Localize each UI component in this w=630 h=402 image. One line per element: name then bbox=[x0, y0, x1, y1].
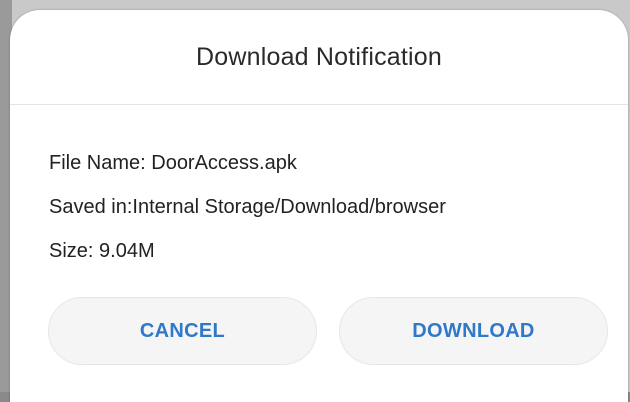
dialog-body: File Name: DoorAccess.apk Saved in:Inter… bbox=[10, 105, 628, 273]
dialog-header: Download Notification bbox=[10, 10, 628, 105]
file-name-text: File Name: DoorAccess.apk bbox=[49, 152, 297, 174]
download-notification-dialog: Download Notification File Name: DoorAcc… bbox=[10, 10, 628, 402]
saved-location-text: Saved in:Internal Storage/Download/brows… bbox=[49, 196, 446, 218]
file-size-text: Size: 9.04M bbox=[49, 240, 155, 262]
cancel-button[interactable]: CANCEL bbox=[48, 297, 317, 365]
dialog-actions: CANCEL DOWNLOAD bbox=[48, 297, 608, 365]
download-button[interactable]: DOWNLOAD bbox=[339, 297, 608, 365]
dialog-title: Download Notification bbox=[196, 42, 442, 71]
